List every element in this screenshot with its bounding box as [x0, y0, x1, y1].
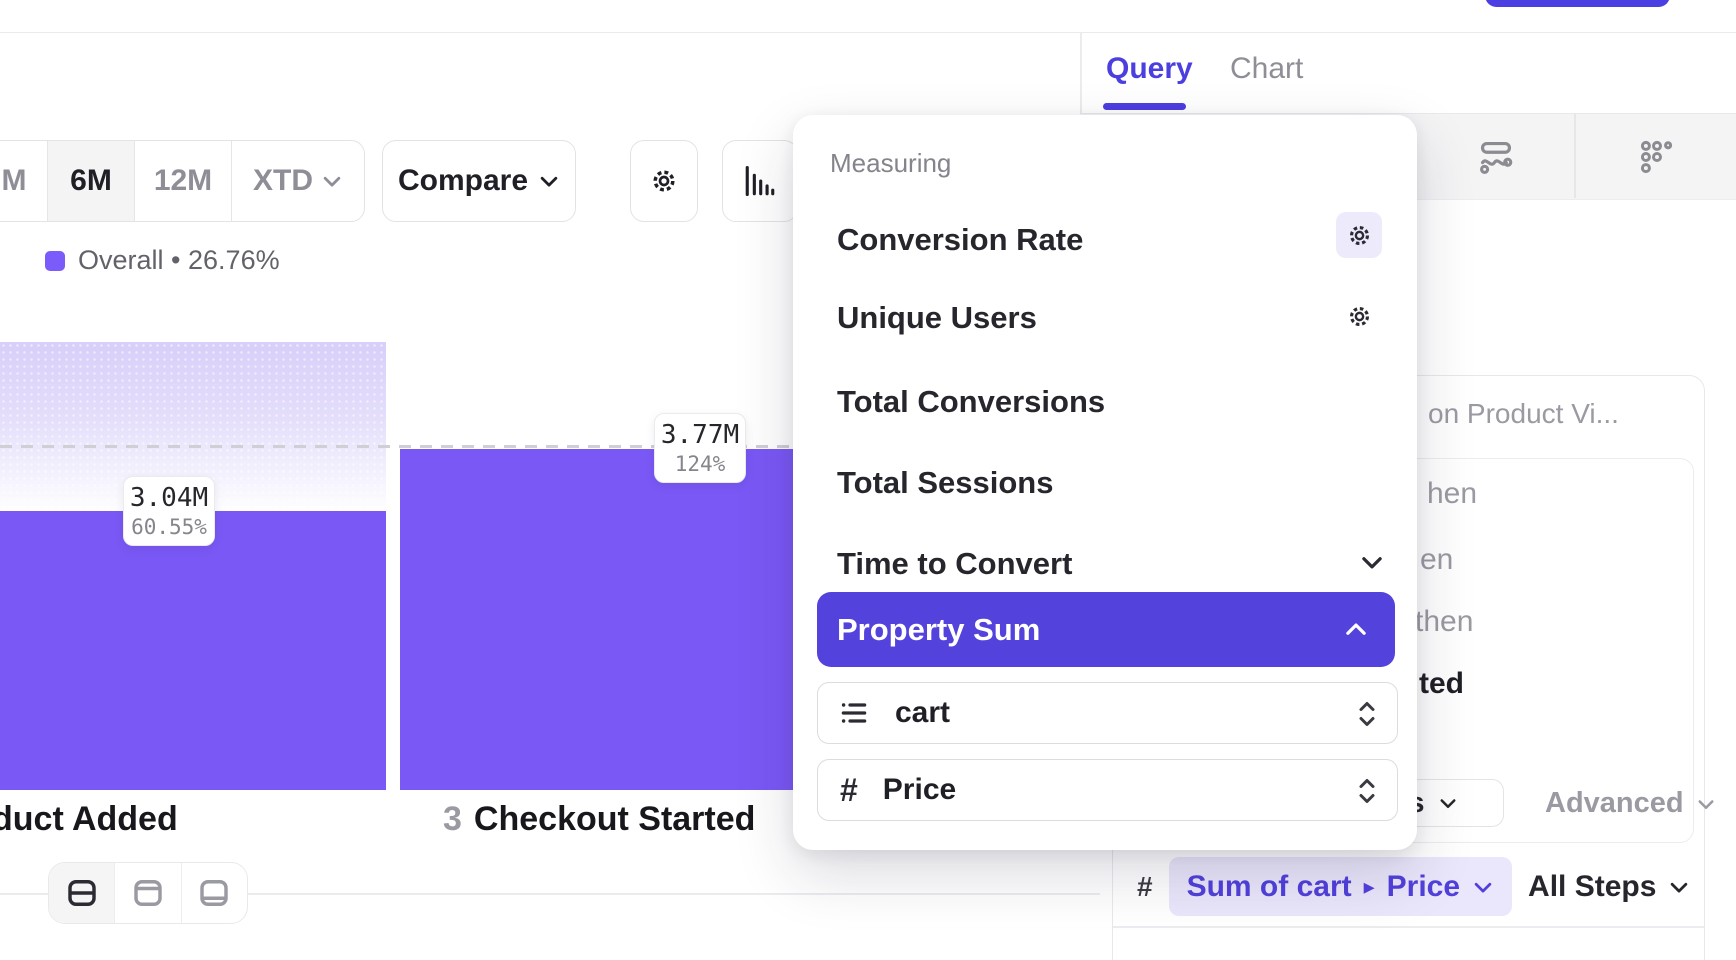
chevron-down-icon: [538, 170, 560, 192]
layout-bottom-panel-button[interactable]: [182, 863, 247, 923]
event-value: cart: [895, 696, 950, 730]
popup-header: Measuring: [830, 148, 951, 179]
legend-label: Overall • 26.76%: [78, 245, 280, 276]
menu-item-total-conversions[interactable]: Total Conversions: [837, 384, 1105, 420]
property-sum-event-select[interactable]: cart: [817, 682, 1398, 744]
step2-value: 3.04M: [130, 483, 208, 513]
bar-chart-icon: [743, 164, 777, 198]
time-range-group: M 6M 12M XTD: [0, 140, 365, 222]
time-range-xtd[interactable]: XTD: [232, 141, 364, 221]
value-label-step2[interactable]: 3.04M 60.55%: [123, 476, 215, 546]
unfold-icon: [1355, 776, 1379, 804]
menu-item-total-sessions[interactable]: Total Sessions: [837, 465, 1054, 501]
legend-swatch: [45, 251, 65, 271]
chevron-down-icon: [321, 170, 343, 192]
property-sum-property-select[interactable]: # Price: [817, 759, 1398, 821]
gear-icon: [1345, 221, 1374, 250]
legend[interactable]: Overall • 26.76%: [45, 245, 280, 276]
tab-chart[interactable]: Chart: [1230, 52, 1303, 86]
chevron-down-icon: [1696, 794, 1716, 814]
step2-axis-label: duct Added: [0, 800, 178, 839]
unfold-icon: [1355, 699, 1379, 727]
list-icon: [838, 697, 870, 729]
flows-button[interactable]: [1477, 138, 1515, 176]
step-connector-fragment: then: [1415, 605, 1473, 639]
step3-axis-label: 3 Checkout Started: [443, 800, 755, 839]
unique-users-settings-button[interactable]: [1336, 293, 1382, 339]
primary-action-button[interactable]: [1485, 0, 1670, 7]
menu-item-property-sum[interactable]: Property Sum: [817, 592, 1395, 667]
tab-query-underline: [1103, 103, 1186, 110]
value-label-step3[interactable]: 3.77M 124%: [654, 413, 746, 483]
step-name-fragment: ted: [1419, 667, 1464, 701]
advanced-button[interactable]: Advanced: [1545, 787, 1716, 820]
split-rows-icon: [64, 875, 100, 911]
chevron-down-icon: [1438, 793, 1458, 813]
layout-toggle-group: [48, 862, 248, 924]
top-header: [0, 0, 1736, 33]
measurement-row: # Sum of cart ▸ Price All Steps: [1137, 857, 1690, 916]
property-value: Price: [883, 773, 956, 807]
step2-percent: 60.55%: [131, 515, 207, 539]
menu-item-time-to-convert[interactable]: Time to Convert: [837, 546, 1072, 582]
apps-grid-button[interactable]: [1638, 138, 1676, 176]
tab-query[interactable]: Query: [1106, 52, 1193, 86]
bottom-bar-icon: [196, 875, 232, 911]
step-connector-fragment: hen: [1427, 477, 1477, 511]
layout-split-horizontal-button[interactable]: [49, 863, 115, 923]
top-bar-icon: [130, 875, 166, 911]
step3-percent: 124%: [675, 452, 726, 476]
gear-icon: [648, 165, 680, 197]
chart-type-button[interactable]: [722, 140, 798, 222]
app-root: M 6M 12M XTD Compare: [0, 0, 1736, 960]
hash-icon: #: [840, 772, 858, 809]
conversion-rate-settings-button[interactable]: [1336, 212, 1382, 258]
time-range-6m[interactable]: 6M: [48, 141, 135, 221]
all-steps-dropdown[interactable]: All Steps: [1528, 870, 1690, 904]
chevron-down-icon: [1359, 549, 1385, 575]
sum-of-cart-price-chip[interactable]: Sum of cart ▸ Price: [1169, 857, 1512, 916]
card-title-fragment: on Product Vi...: [1428, 398, 1619, 430]
time-range-12m[interactable]: 12M: [135, 141, 232, 221]
layout-top-panel-button[interactable]: [115, 863, 181, 923]
card-divider: [1113, 926, 1704, 928]
time-range-3m[interactable]: M: [0, 141, 48, 221]
gear-icon: [1345, 302, 1374, 331]
measuring-popup: Measuring Conversion Rate Unique Users T…: [793, 115, 1417, 850]
menu-item-conversion-rate[interactable]: Conversion Rate: [837, 222, 1083, 258]
chevron-up-icon: [1343, 617, 1369, 643]
funnel-bar-step2[interactable]: [0, 511, 386, 790]
step3-value: 3.77M: [661, 420, 739, 450]
panel-divider: [1080, 33, 1082, 113]
toolbar-divider: [1574, 114, 1576, 198]
chevron-down-icon: [1472, 876, 1494, 898]
chevron-down-icon: [1668, 876, 1690, 898]
caret-right-icon: ▸: [1364, 874, 1375, 900]
chart-settings-button[interactable]: [630, 140, 698, 222]
step-connector-fragment: en: [1420, 543, 1453, 577]
menu-item-unique-users[interactable]: Unique Users: [837, 300, 1037, 336]
compare-button[interactable]: Compare: [382, 140, 576, 222]
number-type-icon: #: [1137, 871, 1153, 903]
